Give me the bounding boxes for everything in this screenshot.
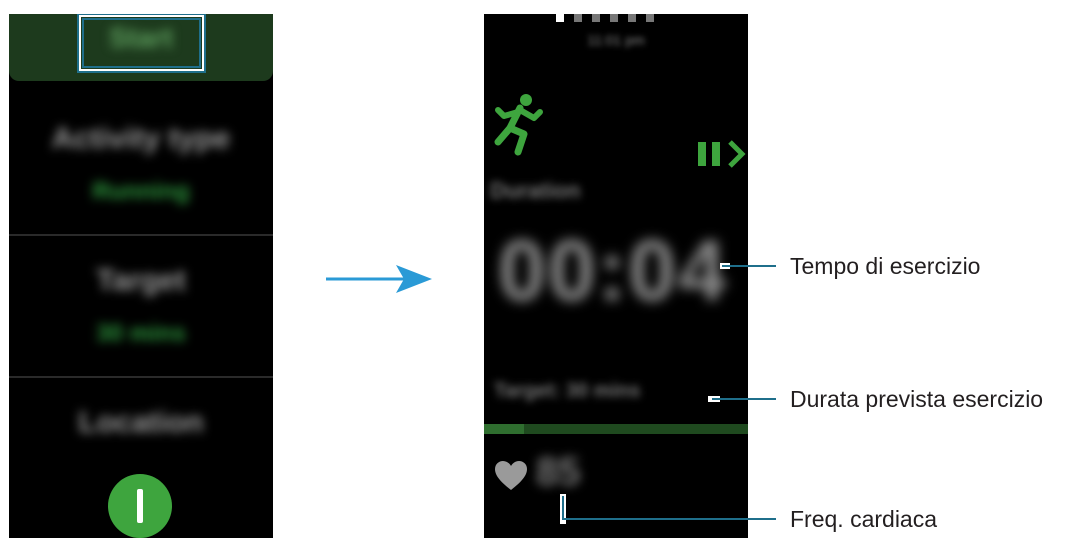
callout-heart-rate: Freq. cardiaca (790, 506, 938, 532)
location-label[interactable]: Location (9, 406, 273, 440)
callout-target-duration: Durata prevista esercizio (790, 386, 1044, 412)
target-progress-bar (484, 424, 748, 434)
toggle-icon[interactable] (108, 474, 172, 538)
callout-line-target-duration (712, 398, 776, 400)
chevron-right-icon (728, 140, 746, 168)
callout-line-heart-rate (562, 518, 776, 520)
clock-label: 11:01 pm (587, 32, 645, 48)
page-indicator (556, 14, 654, 22)
right-screen: 11:01 pm Duration 00:04 Target: 30 mins … (484, 14, 748, 538)
heart-rate-value: 85 (536, 450, 581, 494)
target-duration-text: Target: 30 mins (494, 380, 641, 402)
start-highlight (77, 14, 206, 73)
arrow-right-icon (326, 265, 432, 293)
pause-icon[interactable] (696, 138, 748, 170)
callout-exercise-time: Tempo di esercizio (790, 253, 981, 279)
left-screen: Start Activity type Running Target 30 mi… (9, 14, 273, 538)
target-label[interactable]: Target (9, 264, 273, 298)
callout-line-heart-vert (562, 496, 564, 520)
callout-line-exercise-time (722, 265, 776, 267)
exercise-timer: 00:04 (498, 223, 728, 319)
target-value: 30 mins (96, 320, 186, 347)
target-progress-fill (484, 424, 524, 434)
duration-label: Duration (490, 178, 581, 203)
divider (9, 376, 273, 378)
running-icon (494, 94, 543, 156)
divider (9, 234, 273, 236)
heart-icon (495, 461, 527, 490)
activity-type-value: Running (92, 178, 190, 205)
activity-type-label[interactable]: Activity type (9, 122, 273, 156)
